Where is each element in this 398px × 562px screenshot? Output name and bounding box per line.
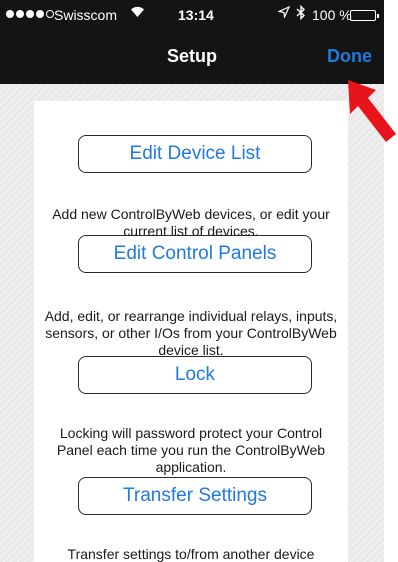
carrier-name: Swisscom <box>54 7 118 23</box>
edit-control-panels-description: Add, edit, or rearrange individual relay… <box>44 308 338 358</box>
status-time: 13:14 <box>178 7 214 23</box>
location-icon <box>277 5 291 21</box>
battery-percentage: 100 % <box>312 7 352 23</box>
lock-button[interactable]: Lock <box>78 356 312 394</box>
transfer-settings-description: Transfer settings to/from another device <box>67 546 315 562</box>
transfer-settings-button[interactable]: Transfer Settings <box>78 477 312 515</box>
device-screen: Swisscom 13:14 100 % Setup Done Edit Dev… <box>0 0 398 562</box>
edit-device-list-button[interactable]: Edit Device List <box>78 135 312 173</box>
wifi-icon <box>130 5 145 21</box>
battery-icon <box>350 10 379 21</box>
setup-panel[interactable]: Edit Device List Add new ControlByWeb de… <box>34 101 348 562</box>
edit-control-panels-button[interactable]: Edit Control Panels <box>78 235 312 273</box>
bluetooth-icon <box>296 4 306 24</box>
signal-strength-icon <box>6 10 54 18</box>
lock-description: Locking will password protect your Contr… <box>56 425 326 475</box>
top-bar: Swisscom 13:14 100 % Setup Done <box>0 0 384 84</box>
red-arrow-pointer-icon <box>348 80 396 142</box>
navigation-bar: Setup Done <box>0 34 384 84</box>
done-button[interactable]: Done <box>327 46 372 67</box>
setup-content: Edit Device List Add new ControlByWeb de… <box>0 84 384 562</box>
status-bar: Swisscom 13:14 100 % <box>0 0 384 34</box>
